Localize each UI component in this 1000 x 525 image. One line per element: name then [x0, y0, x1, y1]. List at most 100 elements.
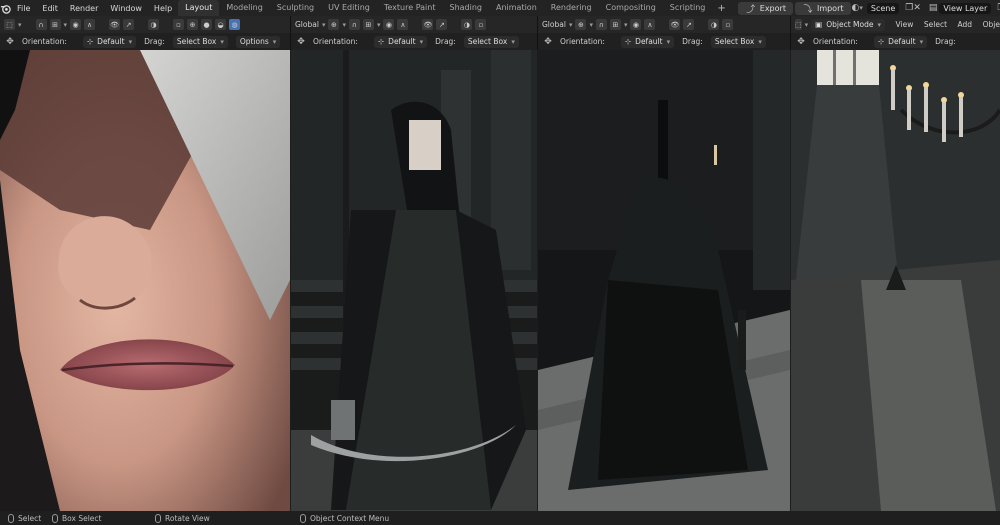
chevron-down-icon: ▾ — [877, 20, 881, 29]
xray-icon[interactable]: ▫ — [475, 19, 487, 30]
chevron-down-icon[interactable]: ▾ — [589, 21, 593, 29]
viewport-4-render[interactable] — [791, 50, 1000, 511]
editor-type-icon[interactable]: ⬚ — [4, 19, 15, 30]
status-context-menu: Object Context Menu — [300, 513, 389, 523]
blender-logo-icon[interactable] — [0, 0, 11, 16]
tab-modeling[interactable]: Modeling — [219, 0, 269, 16]
chevron-down-icon[interactable]: ▾ — [18, 21, 22, 29]
add-workspace-button[interactable]: + — [712, 3, 730, 14]
chevron-down-icon[interactable]: ▾ — [64, 21, 68, 29]
menu-file[interactable]: File — [11, 4, 36, 13]
xray-icon[interactable]: ▫ — [722, 19, 734, 30]
snap-icon[interactable]: ∩ — [595, 19, 607, 30]
visibility-icon[interactable]: 👁 — [422, 19, 434, 30]
proportional-edit-icon[interactable]: ◉ — [70, 19, 82, 30]
export-label: Export — [759, 3, 786, 13]
mode-dropdown[interactable]: ▣ Object Mode ▾ — [811, 18, 885, 31]
tab-scripting[interactable]: Scripting — [663, 0, 713, 16]
export-button[interactable]: ⤴ Export — [737, 1, 793, 15]
wireframe-shading-icon[interactable]: ⊕ — [187, 19, 199, 30]
snap-icon[interactable]: ∩ — [35, 19, 47, 30]
orientation-icon: ⊹ — [877, 36, 885, 46]
snap-target-icon[interactable]: ⊞ — [49, 19, 61, 30]
gizmo-icon[interactable]: ↗ — [683, 19, 695, 30]
drag-dropdown[interactable]: Select Box ▾ — [710, 35, 766, 48]
tab-uv-editing[interactable]: UV Editing — [321, 0, 377, 16]
tab-sculpting[interactable]: Sculpting — [270, 0, 321, 16]
orientation-dropdown[interactable]: ⊹ Default ▾ — [873, 35, 928, 48]
menu-help[interactable]: Help — [148, 4, 178, 13]
orientation-dropdown[interactable]: ⊹ Default ▾ — [373, 35, 428, 48]
overlay-icon[interactable]: ◑ — [148, 19, 160, 30]
falloff-icon[interactable]: ∧ — [84, 19, 96, 30]
menu-edit[interactable]: Edit — [36, 4, 64, 13]
chevron-down-icon[interactable]: ▾ — [805, 21, 809, 29]
tab-rendering[interactable]: Rendering — [544, 0, 599, 16]
overlay-icon[interactable]: ◑ — [708, 19, 720, 30]
tab-layout[interactable]: Layout — [178, 0, 220, 16]
gizmo-icon[interactable]: ↗ — [123, 19, 135, 30]
orientation-dropdown[interactable]: ⊹ Default ▾ — [82, 35, 137, 48]
mouse-right-icon — [300, 513, 306, 523]
transform-pivot-icon[interactable]: ✥ — [295, 36, 307, 48]
chevron-down-icon[interactable]: ▾ — [322, 21, 326, 29]
tab-shading[interactable]: Shading — [442, 0, 489, 16]
menu-object[interactable]: Obje — [983, 20, 1000, 29]
falloff-icon[interactable]: ∧ — [644, 19, 656, 30]
pivot-icon[interactable]: ⊕ — [575, 19, 587, 30]
transform-pivot-icon[interactable]: ✥ — [542, 36, 554, 48]
viewport-1-render[interactable] — [0, 50, 290, 511]
chevron-down-icon[interactable]: ▾ — [624, 21, 628, 29]
snap-target-icon[interactable]: ⊞ — [362, 19, 374, 30]
mouse-left-icon — [8, 513, 14, 523]
gizmo-icon[interactable]: ↗ — [436, 19, 448, 30]
view-layer-icon[interactable]: ▤ — [929, 2, 938, 14]
viewport-1-toolbar: ⬚ ▾ ∩ ⊞ ▾ ◉ ∧ 👁 ↗ ◑ ▫ ⊕ ● ◒ ◍ — [0, 16, 290, 33]
chevron-down-icon[interactable]: ▾ — [377, 21, 381, 29]
transform-space-label[interactable]: Global — [295, 20, 319, 29]
proportional-edit-icon[interactable]: ◉ — [383, 19, 395, 30]
transform-pivot-icon[interactable]: ✥ — [795, 36, 807, 48]
xray-icon[interactable]: ▫ — [173, 19, 185, 30]
editor-type-icon[interactable]: ⬚ — [795, 19, 802, 30]
visibility-icon[interactable]: 👁 — [669, 19, 681, 30]
menu-add[interactable]: Add — [958, 20, 973, 29]
status-rotate-view-label: Rotate View — [165, 513, 210, 523]
menu-view[interactable]: View — [896, 20, 914, 29]
falloff-icon[interactable]: ∧ — [397, 19, 409, 30]
import-button[interactable]: ⤵ Import — [794, 1, 851, 15]
visibility-icon[interactable]: 👁 — [109, 19, 121, 30]
pivot-icon[interactable]: ⊕ — [328, 19, 340, 30]
drag-dropdown[interactable]: Select Box ▾ — [463, 35, 519, 48]
view-layer-field[interactable]: View Layer — [939, 2, 992, 14]
material-shading-icon[interactable]: ◒ — [215, 19, 227, 30]
menu-select[interactable]: Select — [924, 20, 947, 29]
chevron-down-icon[interactable]: ▾ — [342, 21, 346, 29]
orientation-dropdown[interactable]: ⊹ Default ▾ — [620, 35, 675, 48]
proportional-edit-icon[interactable]: ◉ — [630, 19, 642, 30]
transform-pivot-icon[interactable]: ✥ — [4, 36, 16, 48]
options-dropdown[interactable]: Options ▾ — [235, 35, 281, 48]
delete-scene-icon[interactable]: ✕ — [913, 2, 921, 14]
new-scene-icon[interactable]: ❐ — [905, 2, 913, 14]
chevron-down-icon[interactable]: ▾ — [569, 21, 573, 29]
viewport-3-toolbar: Global ▾ ⊕ ▾ ∩ ⊞ ▾ ◉ ∧ 👁 ↗ ◑ ▫ — [538, 16, 790, 33]
menu-window[interactable]: Window — [104, 4, 148, 13]
solid-shading-icon[interactable]: ● — [201, 19, 213, 30]
tab-animation[interactable]: Animation — [489, 0, 544, 16]
tab-compositing[interactable]: Compositing — [599, 0, 663, 16]
tab-texture-paint[interactable]: Texture Paint — [377, 0, 443, 16]
scene-icon[interactable]: ◐ — [852, 2, 860, 14]
transform-space-label[interactable]: Global — [542, 20, 566, 29]
overlay-icon[interactable]: ◑ — [461, 19, 473, 30]
rendered-shading-icon[interactable]: ◍ — [229, 19, 241, 30]
scene-chevron-icon[interactable]: ▾ — [859, 4, 863, 12]
viewport-2-render[interactable] — [291, 50, 537, 511]
viewport-3-render[interactable] — [538, 50, 790, 511]
snap-icon[interactable]: ∩ — [348, 19, 360, 30]
drag-dropdown[interactable]: Select Box ▾ — [172, 35, 228, 48]
menu-render[interactable]: Render — [64, 4, 104, 13]
scene-field[interactable]: Scene — [866, 2, 900, 14]
export-import-group: ⤴ Export ⤵ Import — [737, 1, 852, 15]
snap-target-icon[interactable]: ⊞ — [609, 19, 621, 30]
